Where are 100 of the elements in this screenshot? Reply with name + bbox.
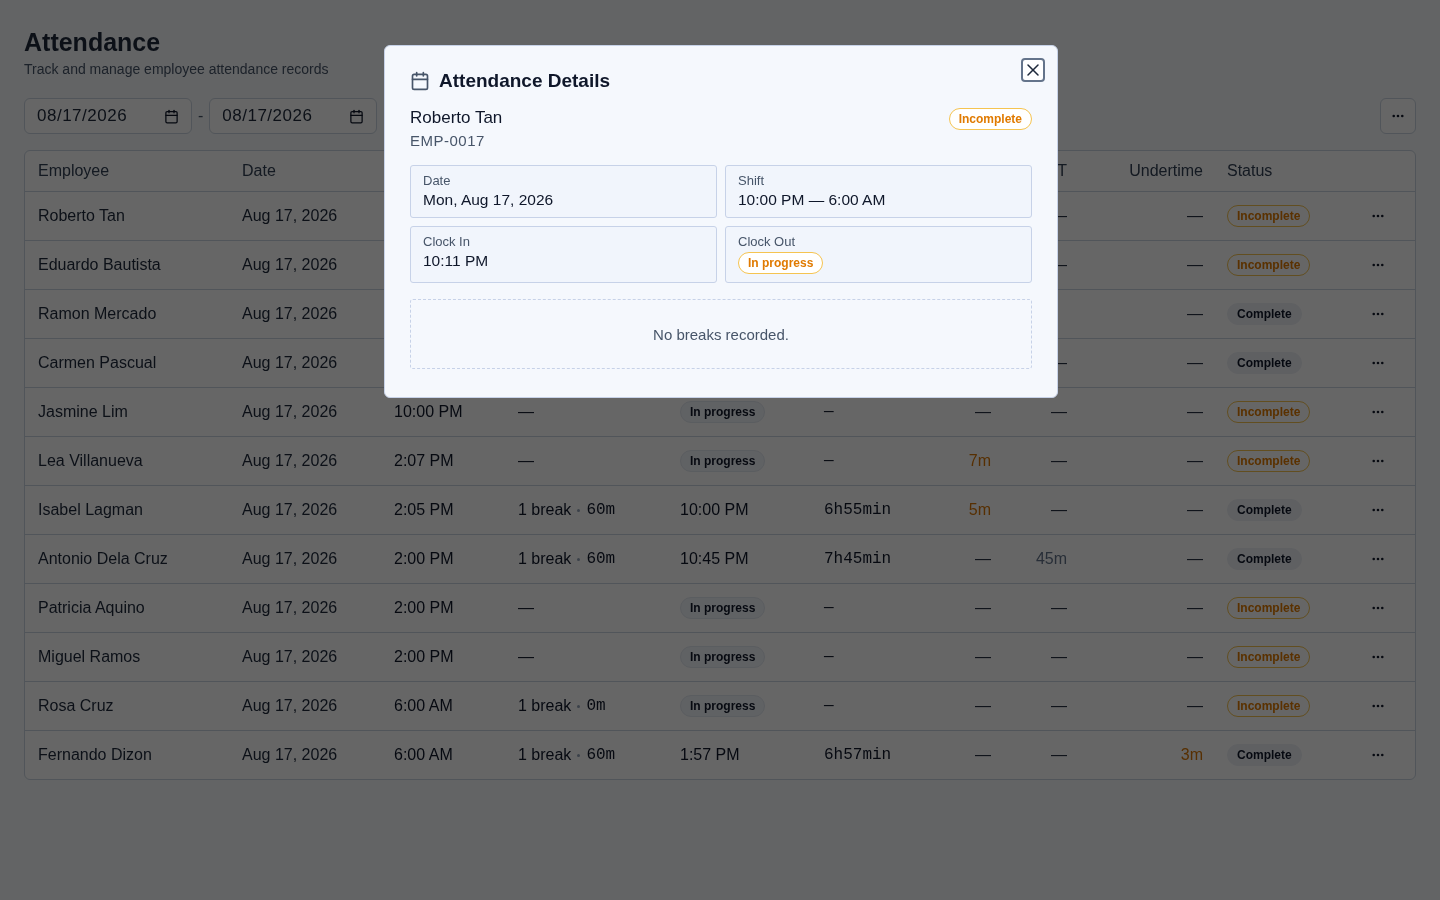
table-cell: — <box>1051 697 1067 714</box>
table-cell: 10:45 PM <box>680 550 749 567</box>
table-cell: — <box>824 452 834 470</box>
more-icon <box>1392 114 1404 118</box>
table-cell: — <box>1051 403 1067 420</box>
table-cell: — <box>518 452 534 469</box>
break-minutes: 60m <box>586 550 616 568</box>
calendar-icon <box>164 108 179 124</box>
status-badge: In progress <box>738 252 824 274</box>
table-cell: Aug 17, 2026 <box>242 256 338 273</box>
employee-name: Ramon Mercado <box>38 305 157 322</box>
break-minutes: 0m <box>586 697 606 715</box>
status-badge: Incomplete <box>1227 597 1311 619</box>
empty-message: No breaks recorded. <box>653 325 789 343</box>
table-cell: — <box>824 697 834 715</box>
table-cell: 7m <box>968 452 991 469</box>
more-icon <box>1372 655 1384 659</box>
separator-dot <box>577 508 581 512</box>
field-value: 10:00 PM — 6:00 AM <box>738 191 886 209</box>
table-cell: — <box>1187 207 1203 224</box>
status-badge: Complete <box>1227 548 1302 570</box>
table-cell: — <box>1187 550 1203 567</box>
column-header: Status <box>1227 162 1273 179</box>
table-cell: 10:00 PM <box>680 501 749 518</box>
table-cell: — <box>518 403 534 420</box>
table-cell: 5m <box>968 501 991 518</box>
table-cell: Aug 17, 2026 <box>242 746 338 763</box>
table-cell: Aug 17, 2026 <box>242 403 338 420</box>
status-badge: Incomplete <box>1227 646 1311 668</box>
table-cell: — <box>518 648 534 665</box>
separator-dot <box>577 753 581 757</box>
table-cell: Aug 17, 2026 <box>242 452 338 469</box>
table-cell: Aug 17, 2026 <box>242 697 338 714</box>
more-icon <box>1372 753 1384 757</box>
status-badge: Incomplete <box>1227 254 1311 276</box>
more-icon <box>1372 312 1384 316</box>
status-badge: Complete <box>1227 352 1302 374</box>
table-cell: — <box>1187 452 1203 469</box>
table-cell: — <box>1051 452 1067 469</box>
table-cell: — <box>1051 501 1067 518</box>
break-count: 1 break <box>518 697 572 715</box>
close-button[interactable] <box>1021 58 1045 82</box>
status-badge: Incomplete <box>1227 401 1311 423</box>
more-icon <box>1372 361 1384 365</box>
table-cell: — <box>1187 648 1203 665</box>
table-cell: — <box>975 697 991 714</box>
table-cell: 6h55min <box>824 501 892 519</box>
table-cell: 6:00 AM <box>394 697 453 714</box>
table-cell: — <box>1187 697 1203 714</box>
break-minutes: 60m <box>586 746 616 764</box>
table-cell: 2:00 PM <box>394 648 454 665</box>
date-field[interactable]: 08/17/2026 <box>209 98 378 134</box>
table-cell: 10:00 PM <box>394 403 463 420</box>
table-cell: — <box>1187 305 1203 322</box>
status-badge: In progress <box>680 401 766 423</box>
date-field[interactable]: 08/17/2026 <box>24 98 192 134</box>
table-cell: — <box>975 550 991 567</box>
break-count: 1 break <box>518 746 572 764</box>
table-cell: 6h57min <box>824 746 892 764</box>
status-badge: Complete <box>1227 744 1302 766</box>
table-cell: 1:57 PM <box>680 746 740 763</box>
field-value: 10:11 PM <box>423 252 489 270</box>
range-separator: - <box>198 107 204 125</box>
column-header: Undertime <box>1129 162 1203 179</box>
table-cell: Aug 17, 2026 <box>242 648 338 665</box>
break-count: 1 break <box>518 550 572 568</box>
calendar-icon <box>410 71 430 91</box>
table-cell: — <box>1187 599 1203 616</box>
calendar-icon <box>349 108 365 124</box>
table-cell: — <box>1187 354 1203 371</box>
table-cell: — <box>975 599 991 616</box>
separator-dot <box>577 557 581 561</box>
table-cell: — <box>1051 746 1067 763</box>
more-icon <box>1372 606 1384 610</box>
break-count: 1 break <box>518 501 572 519</box>
employee-name: Patricia Aquino <box>38 599 145 616</box>
more-icon <box>1372 557 1384 561</box>
employee-id: EMP-0017 <box>410 132 486 149</box>
status-badge: Complete <box>1227 303 1302 325</box>
employee-name: Jasmine Lim <box>38 403 128 420</box>
more-icon <box>1372 263 1384 267</box>
table-cell: — <box>975 403 991 420</box>
column-header: T <box>1057 162 1067 179</box>
field-label: Date <box>423 173 451 188</box>
dialog-title: Attendance Details <box>439 70 611 92</box>
break-minutes: 60m <box>586 501 616 519</box>
column-header: Date <box>242 162 276 179</box>
table-cell: 2:07 PM <box>394 452 454 469</box>
employee-name: Isabel Lagman <box>38 501 143 518</box>
more-icon <box>1372 410 1384 414</box>
table-cell: — <box>824 648 834 666</box>
table-cell: 7h45min <box>824 550 892 568</box>
close-icon <box>1027 64 1039 76</box>
column-header: Employee <box>38 162 110 179</box>
status-badge: In progress <box>680 646 766 668</box>
field-label: Clock In <box>423 234 470 249</box>
more-icon <box>1372 508 1384 512</box>
field-label: Shift <box>738 173 764 188</box>
table-cell: — <box>518 599 534 616</box>
table-cell: — <box>975 648 991 665</box>
